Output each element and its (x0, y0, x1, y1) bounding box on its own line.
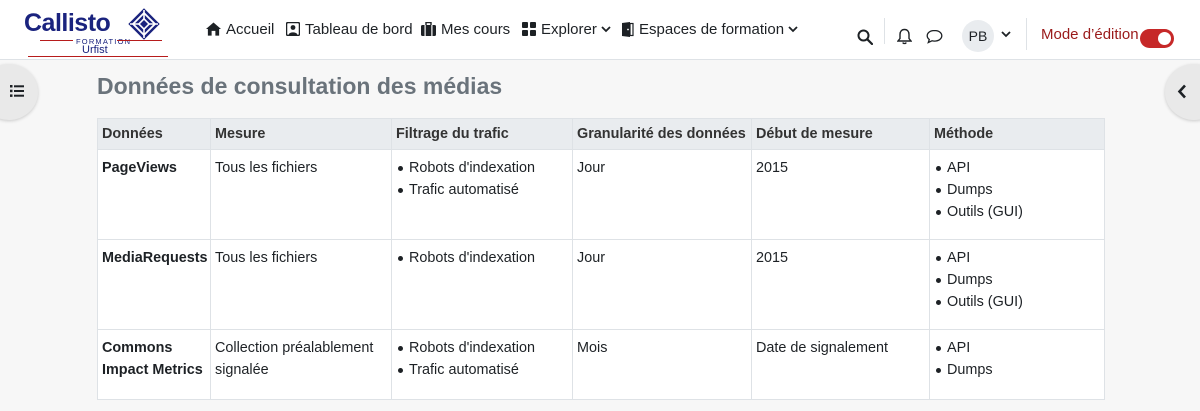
start-cell: 2015 (751, 239, 930, 330)
block-drawer-toggle[interactable] (1165, 64, 1200, 120)
column-header: Filtrage du trafic (391, 118, 573, 150)
filtering-cell: Robots d'indexation Trafic automatisé (391, 149, 573, 240)
toggle-knob (1158, 32, 1171, 45)
logo-rule-bottom (28, 56, 168, 57)
nav-item-label: Espaces de formation (639, 20, 785, 38)
filtering-cell: Robots d'indexation Trafic automatisé (391, 329, 573, 400)
user-avatar[interactable]: PB (962, 20, 994, 52)
chevron-down-icon (601, 25, 611, 32)
nav-item-mes-cours[interactable]: Mes cours (421, 18, 510, 40)
column-header: Granularité des données (572, 118, 752, 150)
top-navbar: Callisto FORMATION Urfist Accueil Tablea… (0, 0, 1200, 60)
method-cell: API Dumps Outils (GUI) (929, 239, 1105, 330)
list-item: Trafic automatisé (396, 179, 568, 201)
list-item: API (934, 337, 1100, 359)
start-cell: 2015 (751, 149, 930, 240)
list-item: Dumps (934, 179, 1100, 201)
method-cell: API Dumps (929, 329, 1105, 400)
column-header: Méthode (929, 118, 1105, 150)
logo-brand: Callisto (24, 9, 111, 37)
home-icon (206, 22, 221, 36)
search-icon[interactable] (857, 29, 873, 45)
list-item: Robots d'indexation (396, 157, 568, 179)
logo-rule-right (117, 40, 162, 41)
measure-cell: Collection préalablement signalée (210, 329, 392, 400)
column-header: Mesure (210, 118, 392, 150)
granularity-cell: Jour (572, 239, 752, 330)
logo-mark-icon (128, 8, 160, 40)
edit-mode-toggle[interactable] (1140, 29, 1174, 48)
column-header: Début de mesure (751, 118, 930, 150)
bell-icon[interactable] (897, 28, 912, 45)
page-title: Données de consultation des médias (97, 73, 503, 99)
door-icon (622, 21, 634, 37)
method-cell: API Dumps Outils (GUI) (929, 149, 1105, 240)
filtering-cell: Robots d'indexation (391, 239, 573, 330)
logo-sub: Urfist (82, 44, 108, 56)
site-logo[interactable]: Callisto FORMATION Urfist (20, 6, 170, 57)
row-name-cell: MediaRequests (97, 239, 211, 330)
grid-icon (522, 22, 536, 36)
chat-icon[interactable] (926, 29, 943, 44)
list-item: Outils (GUI) (934, 291, 1100, 313)
nav-item-label: Tableau de bord (305, 20, 413, 38)
nav-item-accueil[interactable]: Accueil (206, 18, 274, 40)
nav-item-label: Mes cours (441, 20, 511, 38)
nav-item-explorer[interactable]: Explorer (522, 18, 611, 40)
briefcase-icon (421, 22, 436, 36)
granularity-cell: Jour (572, 149, 752, 240)
course-index-drawer-toggle[interactable] (0, 64, 38, 120)
list-icon (10, 85, 24, 97)
measure-cell: Tous les fichiers (210, 239, 392, 330)
start-cell: Date de signalement (751, 329, 930, 400)
user-initials: PB (968, 28, 988, 44)
nav-item-espaces-de-formation[interactable]: Espaces de formation (621, 18, 798, 40)
list-item: API (934, 157, 1100, 179)
table-header-row: Données Mesure Filtrage du trafic Granul… (97, 118, 1105, 150)
chevron-left-icon (1177, 84, 1186, 99)
list-item: Outils (GUI) (934, 201, 1100, 223)
logo-rule-left (40, 40, 73, 41)
nav-item-tableau-de-bord[interactable]: Tableau de bord (286, 18, 413, 40)
measure-cell: Tous les fichiers (210, 149, 392, 240)
table-row: Commons Impact Metrics Collection préala… (97, 329, 1105, 400)
media-data-table: Données Mesure Filtrage du trafic Granul… (97, 118, 1105, 400)
granularity-cell: Mois (572, 329, 752, 400)
list-item: Dumps (934, 359, 1100, 381)
dashboard-icon (286, 22, 300, 36)
list-item: Robots d'indexation (396, 337, 568, 359)
nav-item-label: Accueil (226, 20, 275, 38)
table-row: MediaRequests Tous les fichiers Robots d… (97, 239, 1105, 330)
row-name-cell: PageViews (97, 149, 211, 240)
list-item: API (934, 247, 1100, 269)
navbar-divider (884, 18, 885, 44)
navbar-divider (1026, 18, 1027, 50)
nav-item-label: Explorer (541, 20, 597, 38)
edit-mode-label: Mode d’édition (1041, 26, 1139, 43)
table-row: PageViews Tous les fichiers Robots d'ind… (97, 149, 1105, 240)
list-item: Robots d'indexation (396, 247, 568, 269)
row-name-cell: Commons Impact Metrics (97, 329, 211, 400)
chevron-down-icon (788, 25, 798, 32)
list-item: Dumps (934, 269, 1100, 291)
column-header: Données (97, 118, 211, 150)
list-item: Trafic automatisé (396, 359, 568, 381)
chevron-down-icon[interactable] (1001, 31, 1011, 38)
